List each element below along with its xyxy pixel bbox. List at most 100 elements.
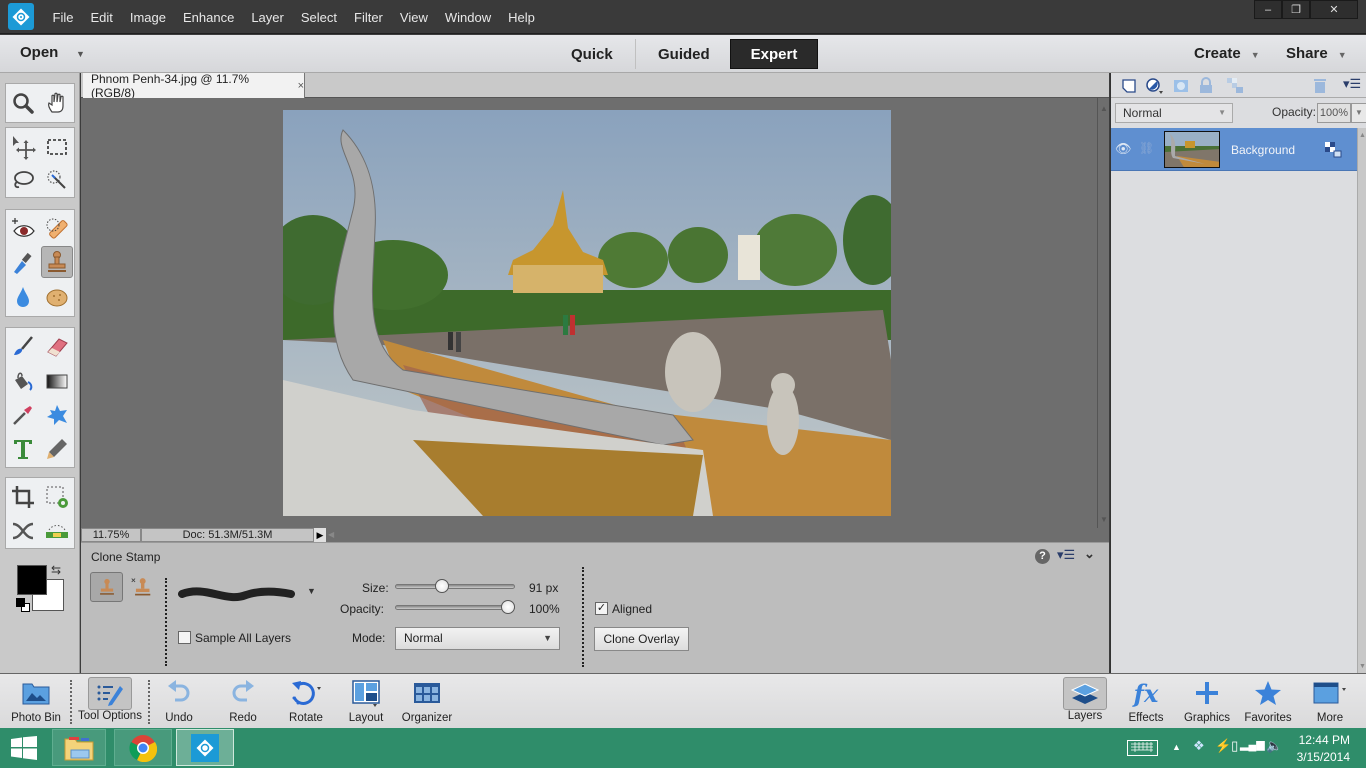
- layout-button[interactable]: Layout: [340, 674, 392, 729]
- canvas-area[interactable]: [81, 98, 1097, 528]
- taskbar-chrome[interactable]: [114, 729, 172, 766]
- dropbox-icon[interactable]: ❖: [1193, 738, 1205, 754]
- pencil-tool[interactable]: [41, 433, 73, 465]
- close-tab-icon[interactable]: ×: [298, 80, 304, 92]
- network-signal-icon[interactable]: ▂▄▆: [1240, 738, 1265, 751]
- menu-enhance[interactable]: Enhance: [175, 10, 243, 25]
- open-button[interactable]: Open: [20, 44, 58, 61]
- layer-opacity-input[interactable]: 100%: [1317, 103, 1351, 123]
- default-colors-icon[interactable]: [16, 598, 25, 607]
- clone-stamp-mode-button[interactable]: [90, 572, 123, 602]
- menu-image[interactable]: Image: [121, 10, 174, 25]
- effects-button[interactable]: fx Effects: [1120, 674, 1172, 729]
- clone-overlay-button[interactable]: Clone Overlay: [594, 627, 689, 651]
- panel-menu-icon[interactable]: ▾☰: [1343, 76, 1361, 92]
- volume-icon[interactable]: 🔈: [1266, 738, 1282, 754]
- paint-bucket-tool[interactable]: [7, 365, 39, 397]
- lock-icon[interactable]: [1199, 77, 1213, 94]
- layer-mask-icon[interactable]: [1173, 78, 1189, 94]
- mode-tab-quick[interactable]: Quick: [549, 39, 635, 69]
- redo-button[interactable]: Redo: [217, 674, 269, 729]
- organizer-button[interactable]: Organizer: [398, 674, 456, 729]
- size-slider-handle[interactable]: [435, 579, 450, 593]
- mode-tab-guided[interactable]: Guided: [635, 39, 732, 69]
- menu-layer[interactable]: Layer: [243, 10, 293, 25]
- document-image[interactable]: [283, 110, 891, 516]
- content-aware-move-tool[interactable]: [7, 515, 39, 547]
- eraser-tool[interactable]: [41, 331, 73, 363]
- layer-blend-mode-select[interactable]: Normal ▼: [1115, 103, 1233, 123]
- status-menu-arrow-icon[interactable]: ▶: [314, 528, 326, 542]
- favorites-button[interactable]: Favorites: [1240, 674, 1296, 729]
- sponge-tool[interactable]: [41, 281, 73, 313]
- scroll-down-icon[interactable]: ▼: [1359, 663, 1366, 670]
- pattern-stamp-mode-button[interactable]: [128, 574, 154, 600]
- spot-healing-tool[interactable]: [41, 213, 73, 245]
- sample-all-layers-checkbox[interactable]: [178, 631, 191, 644]
- brush-preset-picker[interactable]: [176, 583, 296, 605]
- lasso-tool[interactable]: [7, 164, 39, 196]
- custom-shape-tool[interactable]: [41, 399, 73, 431]
- size-slider[interactable]: [395, 584, 515, 589]
- restore-button[interactable]: ❐: [1282, 0, 1310, 19]
- straighten-tool[interactable]: [41, 515, 73, 547]
- mode-tab-expert[interactable]: Expert: [730, 39, 818, 69]
- scroll-down-icon[interactable]: ▼: [1100, 515, 1108, 524]
- open-dropdown-icon[interactable]: ▼: [76, 49, 85, 59]
- type-tool[interactable]: [7, 433, 39, 465]
- help-icon[interactable]: ?: [1035, 549, 1050, 564]
- close-button[interactable]: ✕: [1310, 0, 1358, 19]
- brush-tool[interactable]: [7, 331, 39, 363]
- scroll-up-icon[interactable]: ▲: [1359, 132, 1366, 139]
- menu-filter[interactable]: Filter: [346, 10, 392, 25]
- recompose-tool[interactable]: [41, 481, 73, 513]
- share-menu[interactable]: Share ▼: [1286, 45, 1347, 62]
- canvas-vertical-scrollbar[interactable]: ▲ ▼: [1097, 98, 1109, 528]
- crop-tool[interactable]: [7, 481, 39, 513]
- move-tool[interactable]: [7, 131, 39, 163]
- gradient-tool[interactable]: [41, 365, 73, 397]
- clone-stamp-tool[interactable]: [41, 246, 73, 278]
- zoom-tool[interactable]: [7, 87, 39, 119]
- layer-opacity-dropdown-icon[interactable]: ▼: [1351, 103, 1366, 123]
- opacity-slider-handle[interactable]: [501, 600, 515, 614]
- smart-brush-tool[interactable]: [7, 247, 39, 279]
- photo-bin-button[interactable]: Photo Bin: [6, 674, 66, 729]
- menu-select[interactable]: Select: [292, 10, 345, 25]
- graphics-button[interactable]: Graphics: [1180, 674, 1234, 729]
- start-button[interactable]: [10, 736, 38, 763]
- menu-window[interactable]: Window: [436, 10, 499, 25]
- layers-button[interactable]: Layers: [1059, 674, 1111, 729]
- more-button[interactable]: More: [1304, 674, 1356, 729]
- minimize-button[interactable]: –: [1254, 0, 1282, 19]
- blend-mode-select[interactable]: Normal ▼: [395, 627, 560, 650]
- link-icon[interactable]: ⛓: [1139, 141, 1154, 155]
- eye-visibility-icon[interactable]: 👁: [1115, 141, 1132, 157]
- layers-panel-scrollbar[interactable]: ▲ ▼: [1357, 128, 1366, 673]
- system-clock[interactable]: 12:44 PM 3/15/2014: [1297, 732, 1350, 766]
- create-menu[interactable]: Create ▼: [1194, 45, 1260, 62]
- taskbar-photoshop-elements[interactable]: [176, 729, 234, 766]
- aligned-checkbox[interactable]: ✓: [595, 602, 608, 615]
- battery-icon[interactable]: ⚡▯: [1215, 738, 1238, 754]
- quick-selection-tool[interactable]: [41, 164, 73, 196]
- options-menu-icon[interactable]: ▾☰: [1057, 547, 1075, 563]
- undo-button[interactable]: Undo: [153, 674, 205, 729]
- zoom-level-field[interactable]: 11.75%: [81, 528, 141, 542]
- trash-icon[interactable]: [1313, 77, 1327, 94]
- eyedropper-tool[interactable]: [7, 399, 39, 431]
- layer-row[interactable]: 👁 ⛓ Background: [1111, 128, 1357, 171]
- red-eye-tool[interactable]: [7, 213, 39, 245]
- menu-edit[interactable]: Edit: [82, 10, 121, 25]
- scroll-left-icon[interactable]: ◀: [328, 528, 338, 542]
- menu-file[interactable]: File: [44, 10, 82, 25]
- swap-colors-icon[interactable]: ⇆: [51, 563, 61, 577]
- rotate-button[interactable]: Rotate: [280, 674, 332, 729]
- opacity-slider[interactable]: [395, 605, 515, 610]
- marquee-tool[interactable]: [41, 131, 73, 163]
- collapse-chevron-icon[interactable]: ⌄: [1084, 546, 1095, 562]
- tool-options-button[interactable]: Tool Options: [74, 674, 146, 729]
- touch-keyboard-icon[interactable]: [1127, 740, 1158, 756]
- menu-view[interactable]: View: [391, 10, 436, 25]
- new-layer-icon[interactable]: [1121, 78, 1137, 94]
